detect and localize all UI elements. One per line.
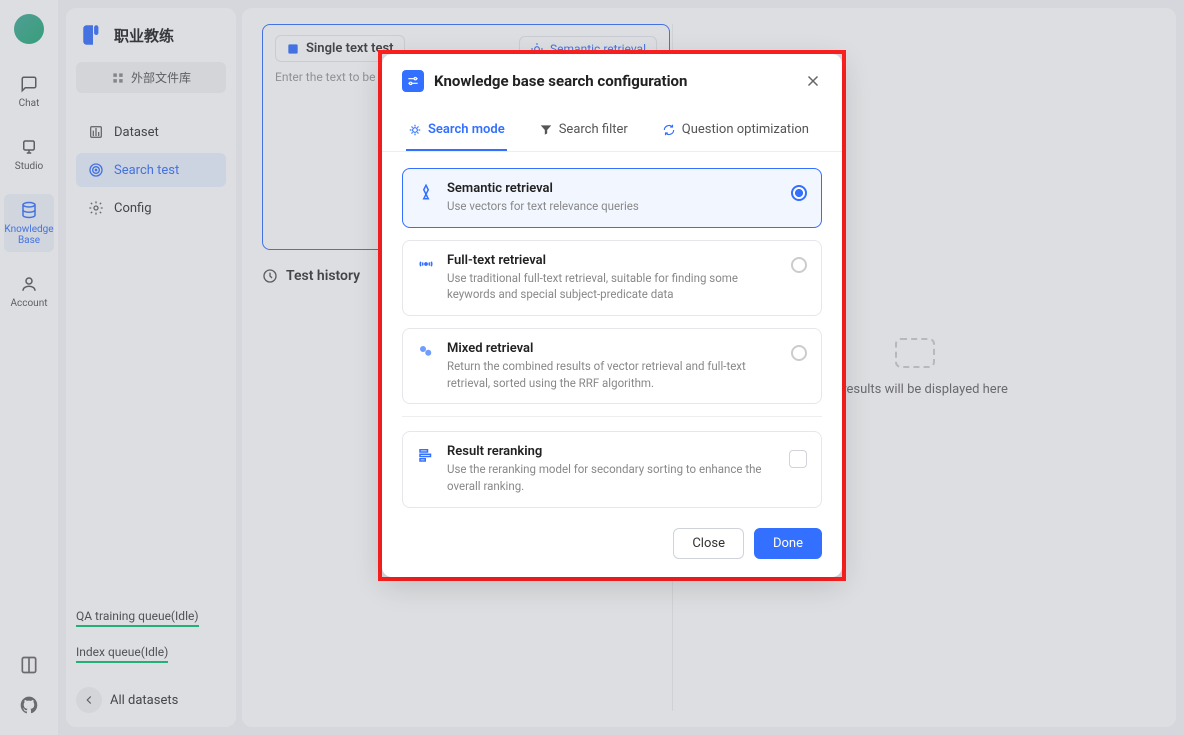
radio-selected[interactable] — [791, 185, 807, 201]
search-config-modal: Knowledge base search configuration Sear… — [382, 54, 842, 577]
sliders-icon — [402, 70, 424, 92]
refresh-icon — [662, 123, 676, 137]
divider — [402, 416, 822, 417]
rerank-desc: Use the reranking model for secondary so… — [447, 461, 777, 494]
radio-unselected[interactable] — [791, 257, 807, 273]
broadcast-icon — [417, 255, 435, 273]
checkbox-unchecked[interactable] — [789, 450, 807, 468]
option-result-reranking[interactable]: Result reranking Use the reranking model… — [402, 431, 822, 507]
option-desc: Use vectors for text relevance queries — [447, 198, 779, 215]
option-title: Semantic retrieval — [447, 181, 779, 196]
option-fulltext-retrieval[interactable]: Full-text retrieval Use traditional full… — [402, 240, 822, 316]
modal-tabs: Search mode Search filter Question optim… — [382, 112, 842, 152]
close-button[interactable]: Close — [673, 528, 744, 559]
option-title: Mixed retrieval — [447, 341, 779, 356]
tab-question-optimization[interactable]: Question optimization — [660, 112, 811, 151]
option-desc: Use traditional full-text retrieval, sui… — [447, 270, 779, 303]
tab-search-mode[interactable]: Search mode — [406, 112, 507, 151]
radio-unselected[interactable] — [791, 345, 807, 361]
modal-title: Knowledge base search configuration — [434, 72, 794, 90]
close-icon[interactable] — [804, 72, 822, 90]
option-mixed-retrieval[interactable]: Mixed retrieval Return the combined resu… — [402, 328, 822, 404]
modal-header: Knowledge base search configuration — [382, 54, 842, 106]
vector-icon — [417, 183, 435, 201]
option-semantic-retrieval[interactable]: Semantic retrieval Use vectors for text … — [402, 168, 822, 228]
mode-icon — [408, 123, 422, 137]
tab-search-filter[interactable]: Search filter — [537, 112, 630, 151]
modal-footer: Close Done — [382, 528, 842, 577]
tab-label: Search filter — [559, 122, 628, 137]
option-desc: Return the combined results of vector re… — [447, 358, 779, 391]
modal-highlight-frame: Knowledge base search configuration Sear… — [378, 50, 846, 581]
tab-label: Search mode — [428, 122, 505, 137]
modal-body: Semantic retrieval Use vectors for text … — [382, 152, 842, 528]
mix-icon — [417, 343, 435, 361]
rerank-icon — [417, 446, 435, 464]
filter-icon — [539, 123, 553, 137]
tab-label: Question optimization — [682, 122, 809, 137]
option-title: Full-text retrieval — [447, 253, 779, 268]
rerank-title: Result reranking — [447, 444, 777, 459]
done-button[interactable]: Done — [754, 528, 822, 559]
